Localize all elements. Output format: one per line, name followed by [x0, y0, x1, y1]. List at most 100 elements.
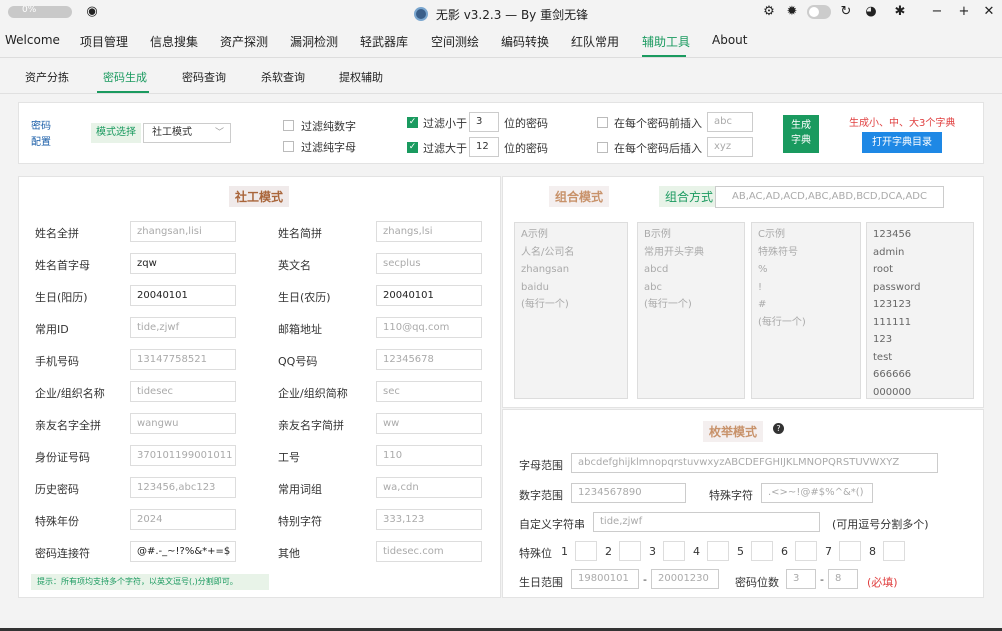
letter-range-label: 字母范围 — [519, 459, 563, 472]
maximize-icon[interactable]: + — [956, 4, 972, 20]
field-input[interactable]: sec — [376, 381, 482, 402]
combo-box-a[interactable]: A示例 人名/公司名 zhangsan baidu (每行一个) — [514, 222, 628, 399]
field-input[interactable]: zqw — [130, 253, 236, 274]
field-input[interactable]: 2024 — [130, 509, 236, 530]
generate-dict-button[interactable]: 生成 字典 — [783, 115, 819, 153]
title-bar: 0% ◉ 无影 v3.2.3 — By 重剑无锋 ⚙ ✹ ↻ ◕ ✱ − + ✕ — [0, 0, 1002, 26]
menu-vuln[interactable]: 漏洞检测 — [290, 33, 338, 50]
field-input[interactable]: 123456,abc123 — [130, 477, 236, 498]
combo-method-input[interactable]: AB,AC,AD,ACD,ABC,ABD,BCD,DCA,ADC — [715, 186, 944, 208]
tab-password-gen[interactable]: 密码生成 — [103, 69, 147, 85]
field-input[interactable]: @#.-_~!?%&*+=$ — [130, 541, 236, 562]
field-input[interactable]: 12345678 — [376, 349, 482, 370]
position-input[interactable] — [575, 541, 597, 561]
field-label: 企业/组织简称 — [278, 387, 348, 400]
field-input[interactable]: 13147758521 — [130, 349, 236, 370]
filter-letters-checkbox[interactable] — [283, 141, 294, 152]
filter-digits-label: 过滤纯数字 — [301, 120, 356, 133]
field-input[interactable]: ww — [376, 413, 482, 434]
open-dict-dir-button[interactable]: 打开字典目录 — [862, 132, 942, 153]
menu-asset[interactable]: 资产探测 — [220, 33, 268, 50]
combo-line: C示例 — [758, 229, 785, 240]
menu-weapons[interactable]: 轻武器库 — [360, 33, 408, 50]
menu-encode[interactable]: 编码转换 — [501, 33, 549, 50]
tab-av-query[interactable]: 杀软查询 — [261, 69, 305, 85]
config-label-1: 密码 — [31, 121, 51, 132]
digit-range-input[interactable]: 1234567890 — [571, 483, 686, 503]
field-input[interactable]: 333,123 — [376, 509, 482, 530]
combo-box-d[interactable]: 123456 admin root password 123123 111111 123 te… — [866, 222, 974, 399]
field-label: 其他 — [278, 547, 300, 560]
tab-privesc[interactable]: 提权辅助 — [339, 69, 383, 85]
menu-project[interactable]: 项目管理 — [80, 33, 128, 50]
filter-gt-checkbox[interactable]: ✓ — [407, 142, 418, 153]
position-input[interactable] — [751, 541, 773, 561]
suffix-label: 在每个密码后插入 — [614, 142, 702, 155]
combo-line: 人名/公司名 — [521, 246, 575, 258]
field-input[interactable]: 110 — [376, 445, 482, 466]
custom-string-input[interactable]: tide,zjwf — [593, 512, 820, 532]
field-input[interactable]: wangwu — [130, 413, 236, 434]
theme-toggle[interactable] — [807, 5, 831, 19]
field-input[interactable]: tidesec.com — [376, 541, 482, 562]
field-input[interactable]: 370101199001011 — [130, 445, 236, 466]
menu-welcome[interactable]: Welcome — [5, 33, 60, 47]
tab-password-query[interactable]: 密码查询 — [182, 69, 226, 85]
combo-line: # — [758, 299, 767, 310]
filter-lt-label: 过滤小于 — [423, 117, 467, 130]
prefix-checkbox[interactable] — [597, 117, 608, 128]
position-input[interactable] — [707, 541, 729, 561]
pw-length-to[interactable]: 8 — [828, 569, 858, 589]
enum-mode-title: 枚举模式 — [703, 421, 764, 442]
position-input[interactable] — [663, 541, 685, 561]
menu-tools[interactable]: 辅助工具 — [642, 33, 690, 50]
filter-gt-input[interactable]: 12 — [469, 137, 499, 157]
letter-range-input[interactable]: abcdefghijklmnopqrstuvwxyzABCDEFGHIJKLMN… — [571, 453, 938, 473]
refresh-icon[interactable]: ↻ — [838, 4, 854, 20]
help-icon[interactable]: ? — [773, 423, 784, 434]
field-input[interactable]: zhangsan,lisi — [130, 221, 236, 242]
birth-to-input[interactable]: 20001230 — [651, 569, 719, 589]
close-icon[interactable]: ✕ — [981, 4, 997, 20]
field-input[interactable]: wa,cdn — [376, 477, 482, 498]
birth-from-input[interactable]: 19800101 — [571, 569, 639, 589]
minimize-icon[interactable]: − — [929, 4, 945, 20]
prefix-input[interactable]: abc — [707, 112, 753, 132]
field-label: QQ号码 — [278, 355, 318, 368]
filter-gt-label: 过滤大于 — [423, 142, 467, 155]
field-input[interactable]: 110@qq.com — [376, 317, 482, 338]
menu-redteam[interactable]: 红队常用 — [571, 33, 619, 50]
position-input[interactable] — [795, 541, 817, 561]
menu-about[interactable]: About — [712, 33, 747, 47]
tab-asset-sort[interactable]: 资产分拣 — [25, 69, 69, 85]
github-icon[interactable]: ◕ — [863, 4, 879, 20]
suffix-checkbox[interactable] — [597, 142, 608, 153]
menu-space[interactable]: 空间测绘 — [431, 33, 479, 50]
combo-line: zhangsan — [521, 264, 570, 275]
position-input[interactable] — [839, 541, 861, 561]
field-label: 特别字符 — [278, 515, 322, 528]
field-input[interactable]: 20040101 — [130, 285, 236, 306]
field-input[interactable]: 20040101 — [376, 285, 482, 306]
pin-icon[interactable]: ✱ — [892, 4, 908, 20]
field-input[interactable]: tide,zjwf — [130, 317, 236, 338]
settings-icon[interactable]: ⚙ — [761, 4, 777, 20]
mode-select[interactable]: 社工模式 ﹀ — [143, 123, 231, 143]
suffix-input[interactable]: xyz — [707, 137, 753, 157]
position-input[interactable] — [883, 541, 905, 561]
combo-box-b[interactable]: B示例 常用开头字典 abcd abc (每行一个) — [637, 222, 745, 399]
field-input[interactable]: secplus — [376, 253, 482, 274]
bug-icon[interactable]: ✹ — [784, 4, 800, 20]
position-input[interactable] — [619, 541, 641, 561]
filter-lt-checkbox[interactable]: ✓ — [407, 117, 418, 128]
combo-box-c[interactable]: C示例 特殊符号%! # (每行一个) — [751, 222, 861, 399]
field-input[interactable]: tidesec — [130, 381, 236, 402]
special-char-input[interactable]: .<>~!@#$%^&*() — [761, 483, 873, 503]
field-label: 生日(农历) — [278, 291, 331, 304]
field-input[interactable]: zhangs,lsi — [376, 221, 482, 242]
filter-digits-checkbox[interactable] — [283, 120, 294, 131]
social-mode-panel: 社工模式 姓名全拼 zhangsan,lisi 姓名简拼 zhangs,lsi 姓名首字… — [18, 176, 501, 598]
menu-info[interactable]: 信息搜集 — [150, 33, 198, 50]
pw-length-from[interactable]: 3 — [786, 569, 816, 589]
filter-lt-input[interactable]: 3 — [469, 112, 499, 132]
